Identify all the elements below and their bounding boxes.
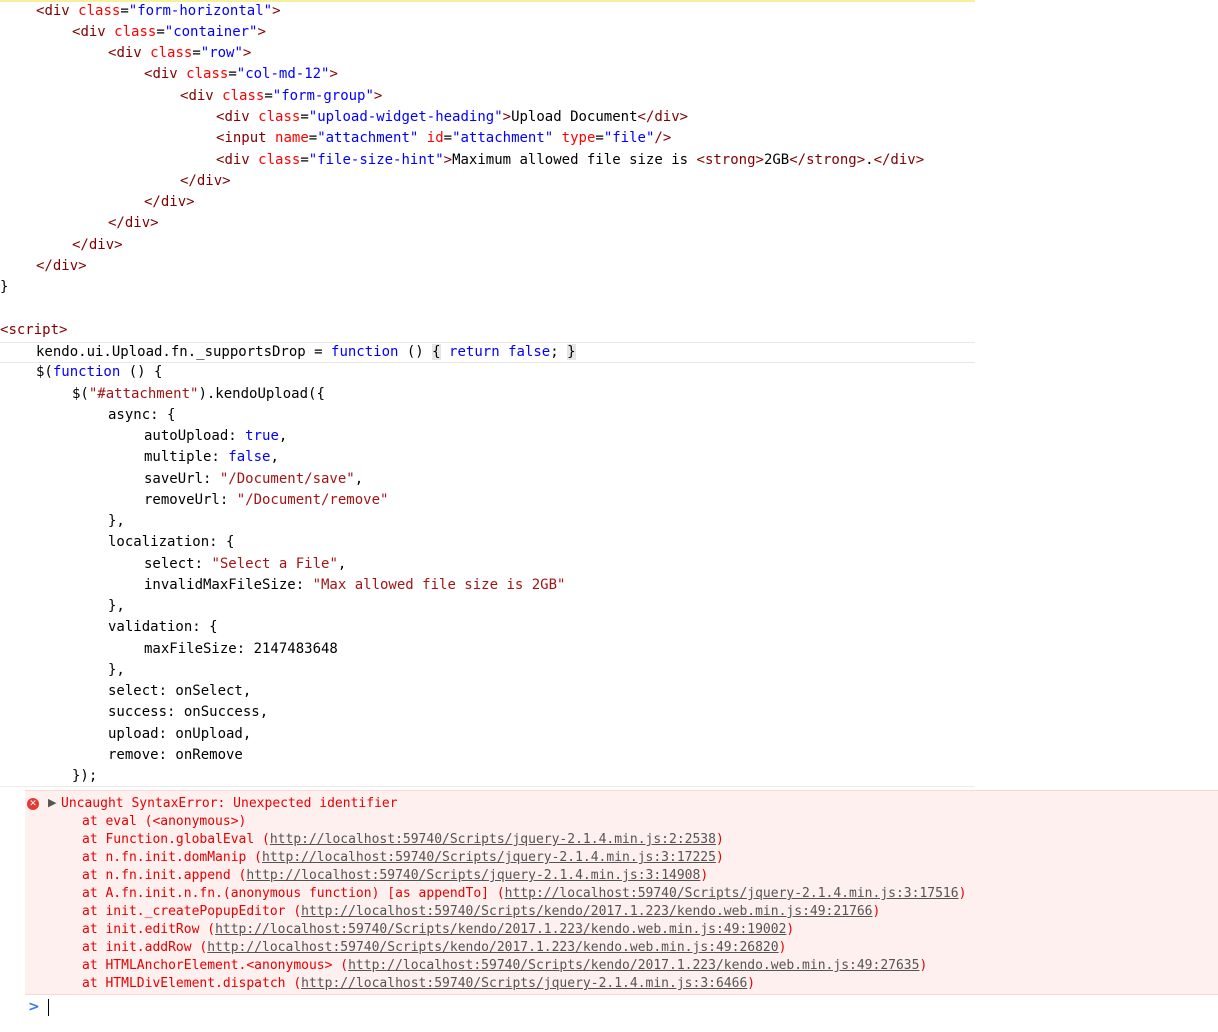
code-line: <div class="file-size-hint">Maximum allo… <box>216 152 925 168</box>
stack-frame: at eval (<anonymous>) <box>82 814 247 829</box>
code-line: saveUrl: "/Document/save", <box>144 471 364 487</box>
divider <box>0 786 975 787</box>
code-line: select: onSelect, <box>108 683 252 699</box>
code-line: <div class="col-md-12"> <box>144 66 338 82</box>
code-line-current: kendo.ui.Upload.fn._supportsDrop = funct… <box>0 342 975 363</box>
code-line: <div class="upload-widget-heading">Uploa… <box>216 109 689 125</box>
code-line: </div> <box>36 258 87 274</box>
code-line: }, <box>108 513 125 529</box>
stack-link[interactable]: http://localhost:59740/Scripts/kendo/201… <box>301 904 872 919</box>
stack-frame: at HTMLDivElement.dispatch (http://local… <box>82 976 756 991</box>
stack-frame: at A.fn.init.n.fn.(anonymous function) [… <box>82 886 967 901</box>
stack-link[interactable]: http://localhost:59740/Scripts/jquery-2.… <box>505 886 959 901</box>
code-line: async: { <box>108 407 176 423</box>
code-line: localization: { <box>108 534 235 550</box>
stack-frame: at n.fn.init.domManip (http://localhost:… <box>82 850 724 865</box>
console-error-message[interactable]: ✕ ▶ Uncaught SyntaxError: Unexpected ide… <box>25 790 1218 995</box>
stack-frame: at n.fn.init.append (http://localhost:59… <box>82 868 709 883</box>
stack-frame: at init.editRow (http://localhost:59740/… <box>82 922 795 937</box>
code-line: <div class="form-horizontal"> <box>36 3 281 19</box>
code-line: success: onSuccess, <box>108 704 269 720</box>
code-line: removeUrl: "/Document/remove" <box>144 492 389 508</box>
code-line: remove: onRemove <box>108 747 243 763</box>
code-line: maxFileSize: 2147483648 <box>144 641 338 657</box>
code-line: } <box>0 279 9 295</box>
code-line: <input name="attachment" id="attachment"… <box>216 130 672 146</box>
code-line: autoUpload: true, <box>144 428 288 444</box>
code-line: }); <box>72 768 98 784</box>
code-line: </div> <box>108 215 159 231</box>
code-line: </div> <box>144 194 195 210</box>
code-line: </div> <box>180 173 231 189</box>
stack-link[interactable]: http://localhost:59740/Scripts/kendo/201… <box>207 940 778 955</box>
code-line: validation: { <box>108 619 218 635</box>
stack-frame: at HTMLAnchorElement.<anonymous> (http:/… <box>82 958 928 973</box>
stack-frame: at init._createPopupEditor (http://local… <box>82 904 881 919</box>
code-line: $("#attachment").kendoUpload({ <box>72 386 325 402</box>
stack-link[interactable]: http://localhost:59740/Scripts/jquery-2.… <box>262 850 716 865</box>
error-title: Uncaught SyntaxError: Unexpected identif… <box>61 796 398 811</box>
code-line: <script> <box>0 322 68 338</box>
stack-link[interactable]: http://localhost:59740/Scripts/kendo/201… <box>348 958 919 973</box>
expand-triangle-icon[interactable]: ▶ <box>48 796 56 809</box>
stack-link[interactable]: http://localhost:59740/Scripts/kendo/201… <box>215 922 786 937</box>
code-line: invalidMaxFileSize: "Max allowed file si… <box>144 577 566 593</box>
console-prompt-chevron-icon: > <box>28 999 40 1015</box>
stack-link[interactable]: http://localhost:59740/Scripts/jquery-2.… <box>270 832 716 847</box>
code-line: upload: onUpload, <box>108 726 252 742</box>
code-line: }, <box>108 598 125 614</box>
code-line: <div class="row"> <box>108 45 252 61</box>
stack-frame: at init.addRow (http://localhost:59740/S… <box>82 940 787 955</box>
code-line: multiple: false, <box>144 449 279 465</box>
stack-frame: at Function.globalEval (http://localhost… <box>82 832 724 847</box>
code-line: <div class="container"> <box>72 24 266 40</box>
code-line: <div class="form-group"> <box>180 88 383 104</box>
code-line: select: "Select a File", <box>144 556 347 572</box>
code-line: }, <box>108 662 125 678</box>
code-line: $(function () { <box>36 364 163 380</box>
console-input-cursor[interactable] <box>48 999 49 1016</box>
stack-link[interactable]: http://localhost:59740/Scripts/jquery-2.… <box>301 976 747 991</box>
error-x-icon: ✕ <box>27 798 39 810</box>
stack-link[interactable]: http://localhost:59740/Scripts/jquery-2.… <box>246 868 700 883</box>
code-line: </div> <box>72 237 123 253</box>
